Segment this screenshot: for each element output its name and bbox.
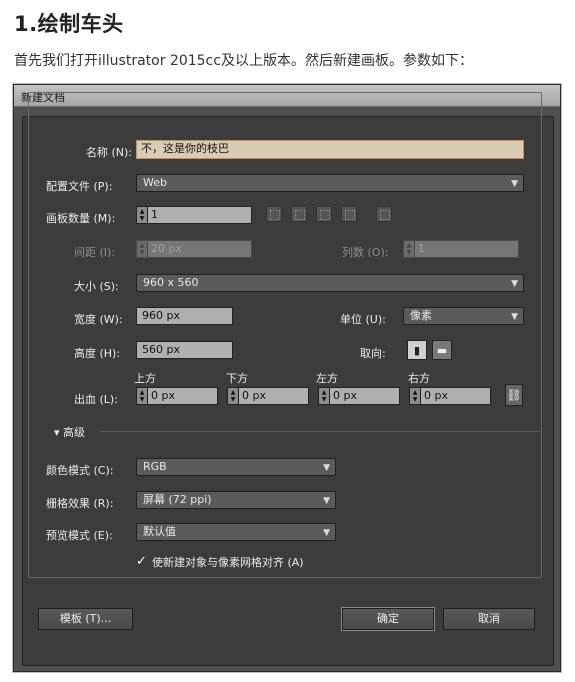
bleed-bottom-value[interactable]: 0 px [238, 387, 309, 405]
section-divider [100, 431, 540, 432]
height-label: 高度 (H): [74, 347, 121, 360]
stepper-arrows-icon[interactable]: ▲ ▼ [409, 387, 420, 405]
article-paragraph: 首先我们打开illustrator 2015cc及以上版本。然后新建画板。参数如… [14, 53, 473, 69]
spacing-stepper[interactable]: ▲ ▼ 20 px [136, 240, 252, 258]
size-value: 960 x 560 [143, 276, 199, 289]
profile-dropdown[interactable]: Web ▼ [136, 174, 524, 192]
bleed-label: 出血 (L): [74, 393, 118, 406]
preview-mode-label: 预览模式 (E): [46, 529, 113, 542]
chevron-down-icon: ▼ [323, 528, 330, 538]
checkmark-icon: ✓ [136, 554, 147, 569]
size-label: 大小 (S): [74, 280, 119, 293]
stepper-arrows-icon[interactable]: ▲ ▼ [136, 240, 147, 258]
units-value: 像素 [410, 309, 432, 322]
right-to-left-layout-icon[interactable] [376, 206, 392, 222]
chevron-down-icon: ▼ [511, 312, 518, 322]
bleed-bottom-label: 下方 [226, 372, 248, 385]
spacing-value[interactable]: 20 px [147, 240, 252, 258]
raster-effects-label: 栅格效果 (R): [46, 497, 114, 510]
units-dropdown[interactable]: 像素 ▼ [403, 307, 524, 325]
profile-value: Web [143, 176, 167, 189]
bleed-right-value[interactable]: 0 px [420, 387, 491, 405]
stepper-arrows-icon[interactable]: ▲ ▼ [318, 387, 329, 405]
bleed-bottom-stepper[interactable]: ▲ ▼ 0 px [227, 387, 309, 405]
preview-mode-value: 默认值 [143, 525, 176, 538]
stepper-arrows-icon[interactable]: ▲ ▼ [227, 387, 238, 405]
bleed-top-label: 上方 [134, 372, 156, 385]
bleed-left-label: 左方 [316, 372, 338, 385]
name-label: 名称 (N): [85, 146, 132, 159]
artboards-value[interactable]: 1 [147, 206, 252, 224]
arrange-by-column-icon[interactable] [341, 206, 357, 222]
bleed-left-value[interactable]: 0 px [329, 387, 400, 405]
article-heading: 1.绘制车头 [14, 12, 124, 36]
align-pixel-grid-label: 使新建对象与像素网格对齐 (A) [152, 556, 304, 569]
raster-effects-dropdown[interactable]: 屏幕 (72 ppi) ▼ [136, 491, 336, 509]
height-input[interactable]: 560 px [136, 341, 233, 359]
raster-effects-value: 屏幕 (72 ppi) [143, 493, 212, 506]
document-name-input[interactable]: 不，这是你的枝巴 [136, 140, 524, 159]
artboards-stepper[interactable]: ▲ ▼ 1 [136, 206, 252, 224]
color-mode-value: RGB [143, 460, 167, 473]
landscape-orientation-icon[interactable]: ▬ [432, 340, 452, 360]
chevron-down-icon: ▼ [323, 463, 330, 473]
color-mode-label: 颜色模式 (C): [46, 464, 114, 477]
templates-button[interactable]: 模板 (T)... [38, 608, 133, 630]
bleed-top-stepper[interactable]: ▲ ▼ 0 px [136, 387, 218, 405]
columns-stepper[interactable]: ▲ ▼ 1 [403, 240, 519, 258]
bleed-left-stepper[interactable]: ▲ ▼ 0 px [318, 387, 400, 405]
columns-value[interactable]: 1 [414, 240, 519, 258]
profile-label: 配置文件 (P): [46, 180, 113, 193]
chevron-down-icon: ▼ [511, 179, 518, 189]
chain-link-icon[interactable]: ⛓ [505, 384, 523, 406]
bleed-right-label: 右方 [408, 372, 430, 385]
stepper-arrows-icon[interactable]: ▲ ▼ [136, 387, 147, 405]
advanced-label: 高级 [63, 426, 86, 439]
width-input[interactable]: 960 px [136, 307, 233, 325]
cancel-button[interactable]: 取消 [443, 608, 535, 630]
arrange-by-row-icon[interactable] [316, 206, 332, 222]
color-mode-dropdown[interactable]: RGB ▼ [136, 458, 336, 476]
stepper-arrows-icon[interactable]: ▲ ▼ [136, 206, 147, 224]
advanced-section-toggle[interactable]: ▾ 高级 [54, 424, 85, 440]
orientation-label: 取向: [360, 347, 386, 360]
chevron-down-icon: ▼ [511, 279, 518, 289]
triangle-down-icon: ▾ [54, 426, 64, 439]
grid-by-column-icon[interactable] [291, 206, 307, 222]
units-label: 单位 (U): [340, 313, 386, 326]
columns-label: 列数 (O): [342, 246, 389, 259]
stepper-arrows-icon[interactable]: ▲ ▼ [403, 240, 414, 258]
ok-button[interactable]: 确定 [342, 608, 434, 630]
width-label: 宽度 (W): [74, 313, 123, 326]
size-dropdown[interactable]: 960 x 560 ▼ [136, 274, 524, 292]
spacing-label: 间距 (I): [74, 246, 116, 259]
chevron-down-icon: ▼ [323, 496, 330, 506]
bleed-right-stepper[interactable]: ▲ ▼ 0 px [409, 387, 491, 405]
grid-by-row-icon[interactable] [266, 206, 282, 222]
preview-mode-dropdown[interactable]: 默认值 ▼ [136, 523, 336, 541]
align-pixel-grid-checkbox[interactable]: ✓ 使新建对象与像素网格对齐 (A) [136, 554, 304, 570]
artboards-label: 画板数量 (M): [46, 212, 116, 225]
bleed-top-value[interactable]: 0 px [147, 387, 218, 405]
portrait-orientation-icon[interactable]: ▮ [407, 340, 427, 360]
